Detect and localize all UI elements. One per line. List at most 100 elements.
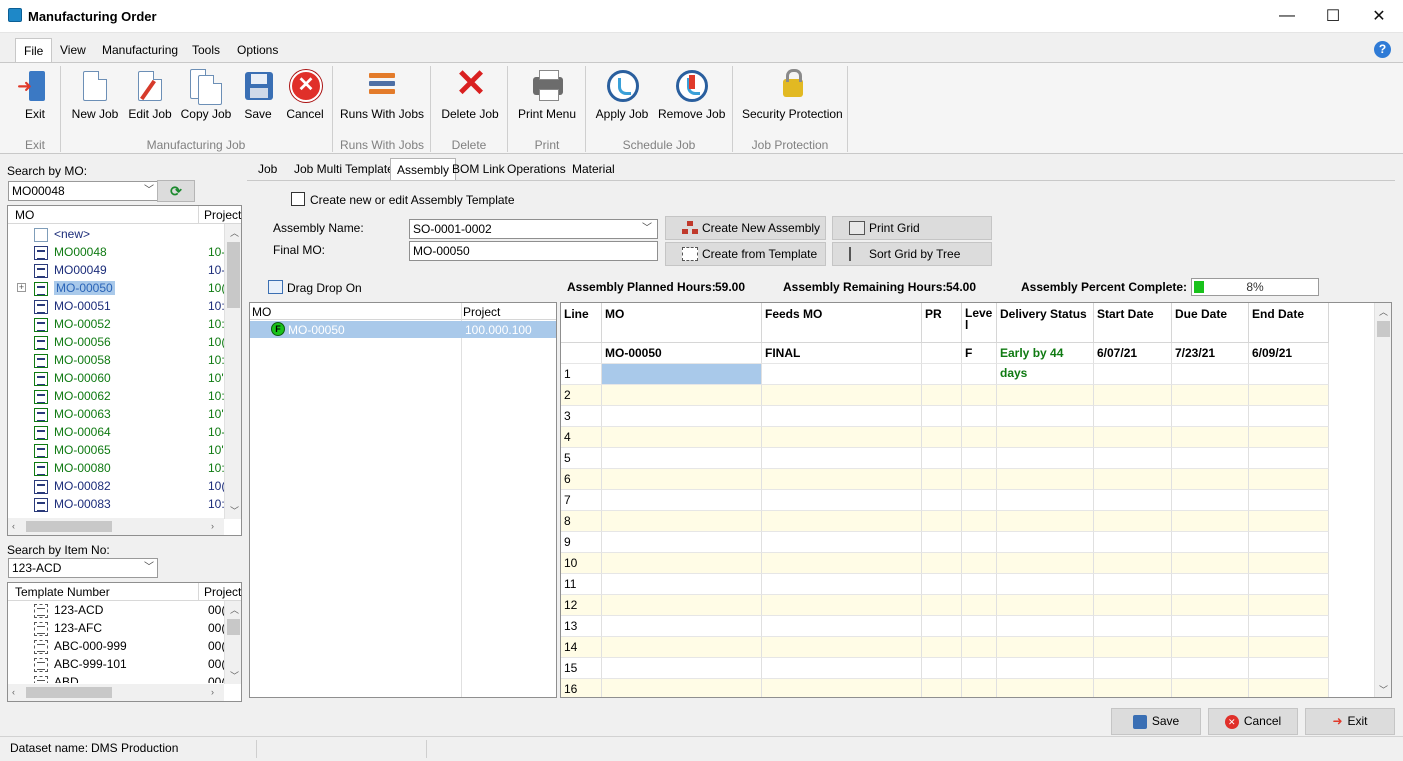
col-end-date[interactable]: End Date [1249, 303, 1329, 343]
tree-item-mo[interactable]: MO-00051 [34, 297, 111, 315]
cancel-button[interactable]: ✕ Cancel [1208, 708, 1298, 735]
print-menu-button[interactable]: Print Menu [516, 67, 578, 127]
grid-cell[interactable] [922, 616, 962, 637]
create-from-template-button[interactable]: Create from Template [665, 242, 826, 266]
create-new-assembly-button[interactable]: Create New Assembly [665, 216, 826, 240]
grid-cell[interactable] [1094, 427, 1172, 448]
grid-cell[interactable] [762, 469, 922, 490]
grid-cell[interactable] [602, 406, 762, 427]
tree-item-mo[interactable]: MO-00065 [34, 441, 111, 459]
grid-cell[interactable] [962, 511, 997, 532]
grid-cell[interactable] [762, 511, 922, 532]
grid-cell[interactable] [1249, 406, 1329, 427]
template-item[interactable]: 123-ACD [34, 601, 103, 619]
tree-item-mo[interactable]: MO-00082 [34, 477, 111, 495]
grid-cell[interactable] [1249, 532, 1329, 553]
grid-cell[interactable] [1172, 616, 1249, 637]
grid-cell[interactable] [1249, 469, 1329, 490]
save-button[interactable]: Save [1111, 708, 1201, 735]
grid-cell[interactable] [997, 427, 1094, 448]
grid-cell[interactable] [962, 532, 997, 553]
grid-cell[interactable] [922, 658, 962, 679]
scroll-left-icon[interactable]: ‹ [12, 687, 15, 697]
scroll-down-icon[interactable]: ﹀ [1379, 683, 1388, 696]
template-tree-vscrollbar[interactable]: ︿ ﹀ [224, 601, 241, 684]
grid-cell[interactable] [1249, 490, 1329, 511]
scroll-up-icon[interactable]: ︿ [1379, 305, 1388, 318]
grid-cell[interactable] [1172, 427, 1249, 448]
grid-cell[interactable] [997, 385, 1094, 406]
copy-job-button[interactable]: Copy Job [180, 67, 232, 127]
grid-cell[interactable] [962, 490, 997, 511]
search-item-combo[interactable]: 123-ACD ﹀ [8, 558, 158, 578]
create-template-checkbox[interactable] [291, 192, 305, 206]
grid-cell[interactable] [762, 637, 922, 658]
save-ribbon-button[interactable]: Save [240, 67, 276, 127]
grid-cell[interactable] [997, 553, 1094, 574]
tree-item-mo[interactable]: MO-00083 [34, 495, 111, 513]
grid-cell[interactable] [962, 679, 997, 697]
grid-cell[interactable] [962, 364, 997, 385]
tab-material[interactable]: Material [566, 158, 621, 180]
assembly-tree[interactable]: MO Project F MO-00050 100.000.100 [249, 302, 557, 698]
grid-cell[interactable] [1249, 679, 1329, 697]
grid-cell[interactable] [1172, 595, 1249, 616]
tree-item-mo-selected[interactable]: MO-00050 [34, 279, 115, 297]
grid-cell[interactable] [1249, 511, 1329, 532]
grid-cell-selected[interactable] [602, 364, 762, 385]
grid-cell[interactable] [602, 490, 762, 511]
tab-job-multi-template[interactable]: Job Multi Template [288, 158, 400, 180]
grid-cell[interactable] [922, 637, 962, 658]
scroll-thumb[interactable] [26, 687, 112, 698]
grid-cell[interactable] [762, 385, 922, 406]
grid-cell[interactable] [602, 511, 762, 532]
maximize-button[interactable]: ☐ [1310, 0, 1356, 32]
grid-cell[interactable] [962, 658, 997, 679]
grid-cell[interactable] [602, 553, 762, 574]
grid-cell[interactable] [602, 658, 762, 679]
grid-cell[interactable] [1249, 637, 1329, 658]
scroll-left-icon[interactable]: ‹ [12, 521, 15, 531]
remove-job-button[interactable]: Remove Job [658, 67, 725, 127]
grid-cell[interactable] [997, 616, 1094, 637]
grid-vscrollbar[interactable]: ︿ ﹀ [1374, 303, 1391, 697]
edit-job-button[interactable]: Edit Job [126, 67, 174, 127]
mo-tree[interactable]: MO Project <new> MO00048 10- MO00049 10-… [7, 205, 242, 536]
help-icon[interactable]: ? [1374, 41, 1391, 58]
print-grid-button[interactable]: Print Grid [832, 216, 992, 240]
delete-job-button[interactable]: ✕ Delete Job [440, 65, 500, 127]
grid-cell[interactable] [1094, 574, 1172, 595]
menu-file[interactable]: File [15, 38, 53, 63]
grid-cell[interactable] [922, 553, 962, 574]
grid-cell[interactable] [997, 364, 1094, 385]
sort-grid-by-tree-button[interactable]: Sort Grid by Tree [832, 242, 992, 266]
apply-job-button[interactable]: Apply Job [594, 67, 650, 127]
grid-cell[interactable] [1094, 490, 1172, 511]
expand-icon[interactable]: + [17, 283, 26, 292]
grid-cell[interactable] [1172, 448, 1249, 469]
grid-cell[interactable] [602, 637, 762, 658]
grid-cell[interactable] [1172, 469, 1249, 490]
grid-cell[interactable] [962, 406, 997, 427]
tree-item-mo[interactable]: MO-00062 [34, 387, 111, 405]
scroll-right-icon[interactable]: › [211, 521, 214, 531]
grid-cell[interactable] [962, 448, 997, 469]
grid-cell[interactable] [997, 679, 1094, 697]
grid-cell[interactable] [1249, 616, 1329, 637]
tab-operations[interactable]: Operations [501, 158, 572, 180]
grid-cell[interactable] [922, 406, 962, 427]
grid-cell[interactable] [1094, 406, 1172, 427]
tree-item-mo[interactable]: MO-00064 [34, 423, 111, 441]
scroll-thumb[interactable] [26, 521, 112, 532]
grid-cell[interactable] [762, 616, 922, 637]
grid-cell[interactable] [997, 532, 1094, 553]
grid-cell[interactable] [602, 448, 762, 469]
grid-cell[interactable] [762, 532, 922, 553]
mo-tree-hscrollbar[interactable]: ‹ › [8, 518, 224, 535]
grid-cell[interactable] [962, 553, 997, 574]
menu-options[interactable]: Options [229, 38, 286, 62]
grid-cell[interactable] [997, 448, 1094, 469]
grid-cell[interactable] [602, 574, 762, 595]
grid-cell[interactable] [962, 574, 997, 595]
grid-cell[interactable] [602, 469, 762, 490]
